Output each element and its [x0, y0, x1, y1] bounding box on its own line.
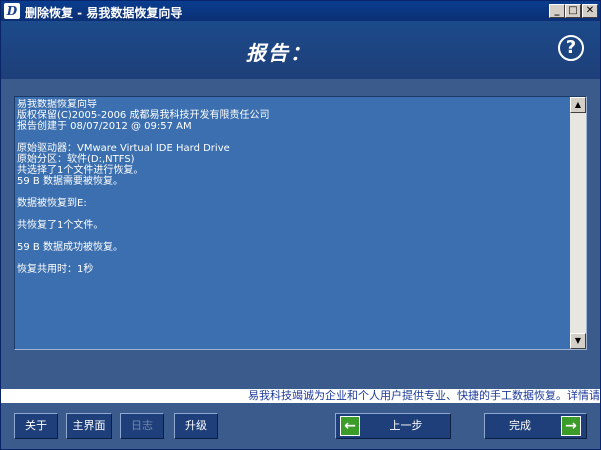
app-icon: D [4, 3, 20, 19]
title-bar[interactable]: D 删除恢复 - 易我数据恢复向导 _ □ ✕ [1, 1, 600, 21]
report-text[interactable]: 易我数据恢复向导 版权保留(C)2005-2006 成都易我科技开发有限责任公司… [17, 99, 567, 347]
window-title: 删除恢复 - 易我数据恢复向导 [25, 6, 183, 20]
wizard-header: 报告： ? [1, 21, 600, 79]
app-window: D 删除恢复 - 易我数据恢复向导 _ □ ✕ 报告： ? 易我数据恢复向导 版… [0, 0, 601, 450]
minimize-button[interactable]: _ [549, 4, 565, 18]
back-arrow-icon: ← [340, 416, 360, 436]
slogan-link[interactable]: 易我科技竭诚为企业和个人用户提供专业、快捷的手工数据恢复。详情请 [1, 389, 600, 403]
maximize-button[interactable]: □ [565, 4, 581, 18]
finish-button[interactable]: 完成 → [484, 413, 587, 439]
log-button[interactable]: 日志 [120, 413, 164, 439]
main-screen-button[interactable]: 主界面 [66, 413, 112, 439]
page-title: 报告： [246, 41, 312, 65]
scroll-down-button[interactable]: ▼ [570, 333, 586, 349]
finish-button-label: 完成 [509, 419, 531, 432]
close-button[interactable]: ✕ [582, 4, 598, 18]
report-panel[interactable]: 易我数据恢复向导 版权保留(C)2005-2006 成都易我科技开发有限责任公司… [14, 96, 587, 350]
about-button[interactable]: 关于 [14, 413, 58, 439]
help-icon[interactable]: ? [558, 35, 584, 61]
upgrade-button[interactable]: 升级 [174, 413, 218, 439]
finish-arrow-icon: → [561, 416, 581, 436]
scroll-up-button[interactable]: ▲ [570, 97, 586, 113]
back-button-label: 上一步 [389, 419, 423, 432]
back-button[interactable]: ← 上一步 [335, 413, 451, 439]
report-scrollbar[interactable]: ▲ ▼ [570, 97, 586, 349]
